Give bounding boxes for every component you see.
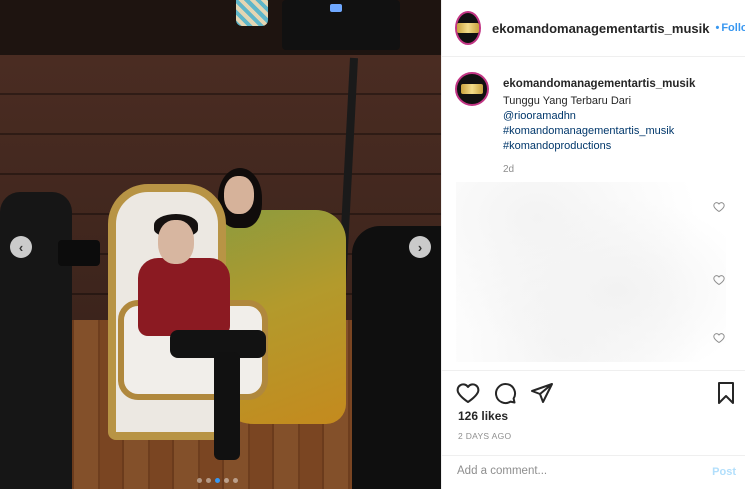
action-bar bbox=[442, 370, 745, 408]
comment-input[interactable] bbox=[457, 465, 687, 477]
avatar-logo bbox=[457, 23, 479, 33]
photo-light-glow bbox=[330, 4, 342, 12]
caption-text: Tunggu Yang Terbaru Dari @riooramadhn #k… bbox=[503, 94, 674, 154]
chevron-left-icon: ‹ bbox=[18, 239, 24, 255]
photo-lamp bbox=[236, 0, 268, 26]
heart-icon[interactable] bbox=[456, 381, 480, 405]
post-comment-button[interactable]: Post bbox=[712, 466, 736, 478]
share-icon[interactable] bbox=[530, 381, 554, 405]
caption: ekomandomanagementartis_musik Tunggu Yan… bbox=[442, 70, 745, 180]
caption-body: Tunggu Yang Terbaru Dari bbox=[503, 95, 632, 107]
post-header: ekomandomanagementartis_musik • Follo bbox=[442, 0, 745, 57]
carousel-dots bbox=[197, 478, 238, 483]
photo-man-face bbox=[158, 220, 194, 264]
carousel-dot[interactable] bbox=[206, 478, 211, 483]
carousel-dot[interactable] bbox=[224, 478, 229, 483]
photo-photographer-left bbox=[0, 192, 72, 489]
chevron-right-icon: › bbox=[417, 239, 423, 255]
comment-form: Post bbox=[442, 455, 745, 489]
comment-heart-icon[interactable] bbox=[713, 201, 725, 213]
carousel-dot[interactable] bbox=[215, 478, 220, 483]
photo-woman-face bbox=[224, 176, 254, 214]
carousel-dot[interactable] bbox=[233, 478, 238, 483]
caption-timestamp: 2d bbox=[503, 164, 515, 175]
bookmark-icon[interactable] bbox=[714, 381, 738, 405]
comments-list bbox=[456, 182, 726, 362]
post-sidebar: ekomandomanagementartis_musik • Follo ek… bbox=[441, 0, 745, 489]
comment-icon[interactable] bbox=[493, 381, 517, 405]
caption-avatar[interactable] bbox=[455, 72, 489, 106]
carousel-dot[interactable] bbox=[197, 478, 202, 483]
header-separator: • bbox=[715, 22, 720, 34]
post-photo[interactable]: ‹ › bbox=[0, 0, 441, 489]
caption-username[interactable]: ekomandomanagementartis_musik bbox=[503, 78, 695, 90]
photo-camera bbox=[58, 240, 100, 266]
carousel-prev-button[interactable]: ‹ bbox=[10, 236, 32, 258]
follow-button[interactable]: Follo bbox=[721, 22, 745, 34]
caption-hashtag-link[interactable]: #komandoproductions bbox=[503, 139, 674, 154]
comment-heart-icon[interactable] bbox=[713, 274, 725, 286]
caption-mention-link[interactable]: @riooramadhn bbox=[503, 109, 674, 124]
caption-hashtag-link[interactable]: #komandomanagementartis_musik bbox=[503, 124, 674, 139]
comment-heart-icon[interactable] bbox=[713, 332, 725, 344]
photo-man-boot bbox=[214, 352, 240, 460]
post-date: 2 DAYS AGO bbox=[458, 431, 512, 441]
photo-photographer-right bbox=[352, 226, 441, 489]
likes-count[interactable]: 126 likes bbox=[458, 409, 508, 423]
avatar[interactable] bbox=[455, 11, 481, 45]
photo-man-jacket bbox=[138, 258, 230, 336]
carousel-next-button[interactable]: › bbox=[409, 236, 431, 258]
avatar-logo bbox=[461, 84, 483, 94]
header-username[interactable]: ekomandomanagementartis_musik bbox=[492, 21, 709, 36]
